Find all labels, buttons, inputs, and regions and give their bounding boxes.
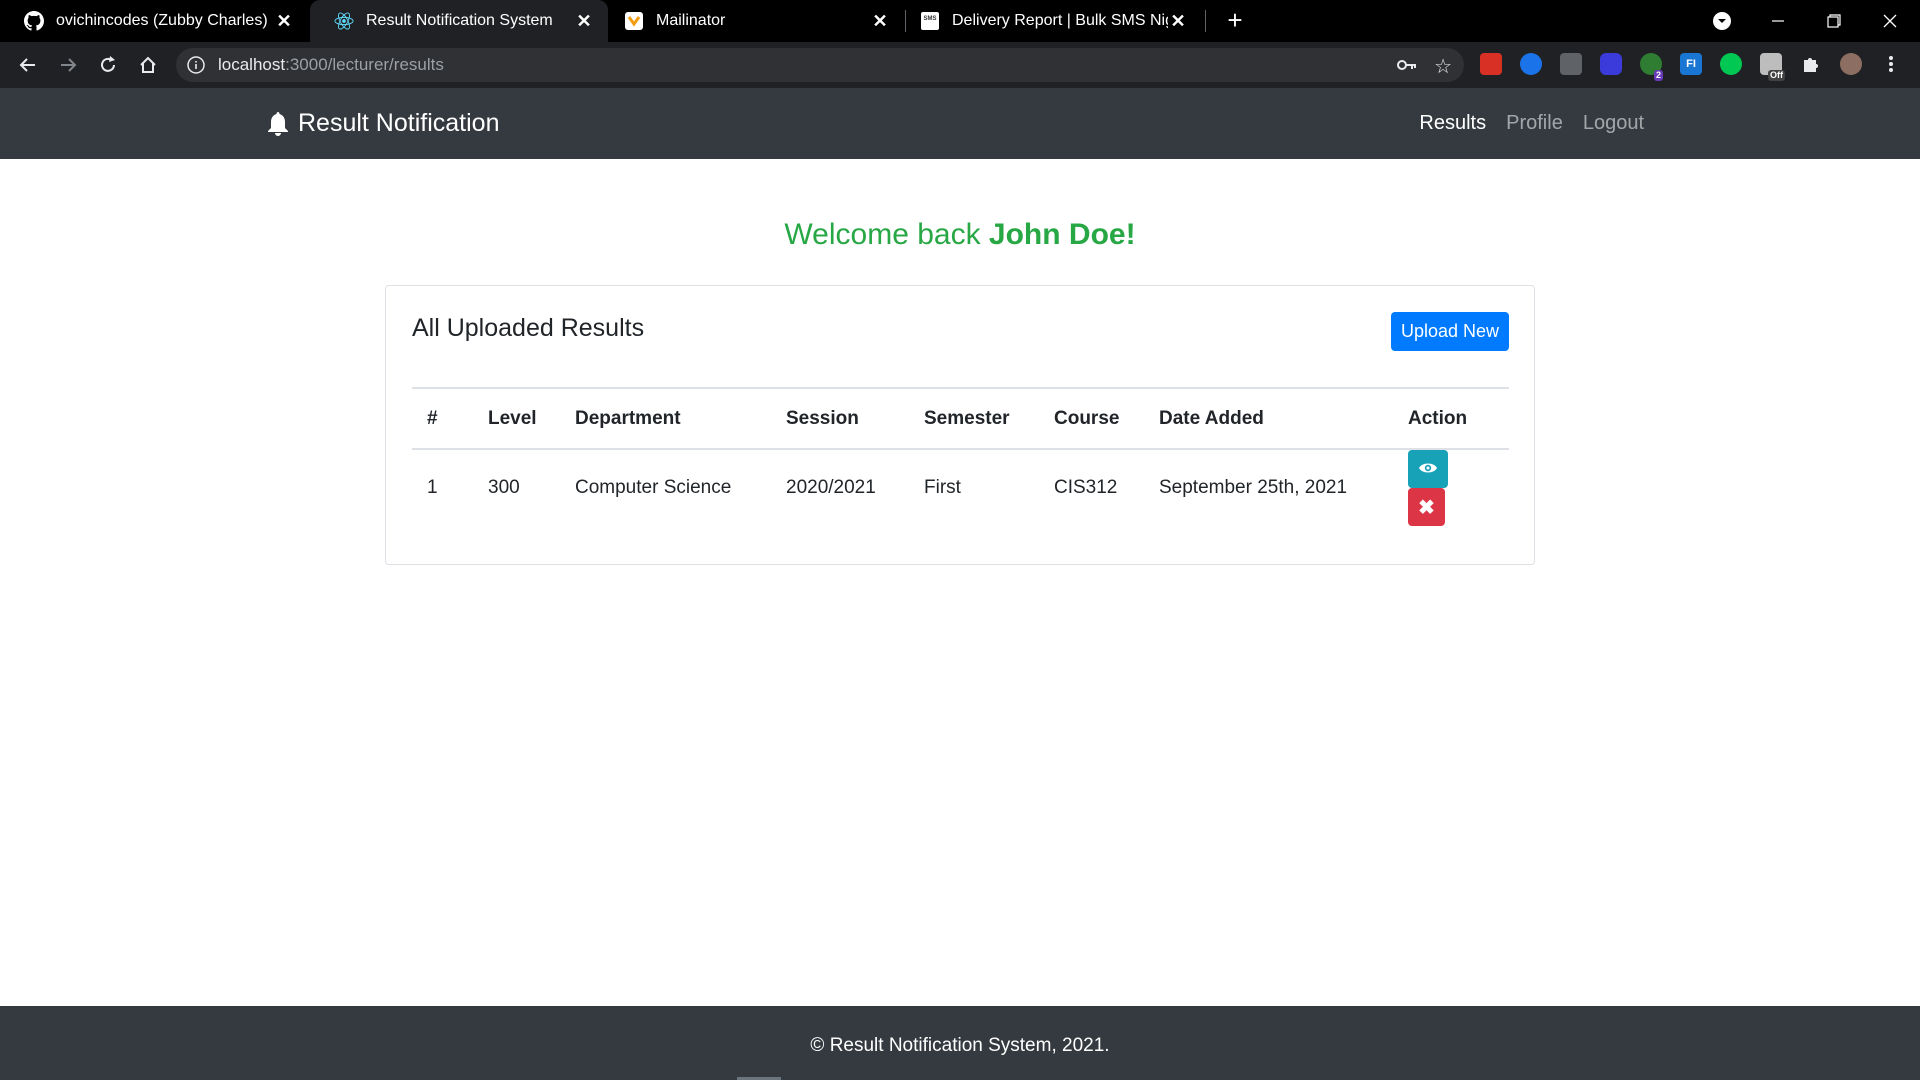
profile-dropdown-icon[interactable] <box>1694 0 1750 42</box>
sms-icon: SMS <box>920 11 940 31</box>
github-icon <box>24 11 44 31</box>
site-info-icon[interactable] <box>186 55 206 75</box>
results-card-title: All Uploaded Results <box>412 314 645 342</box>
upload-new-button[interactable]: Upload New <box>1391 312 1509 351</box>
brand-text: Result Notification <box>298 109 500 137</box>
browser-toolbar: localhost:3000/lecturer/results ☆ <box>0 42 1920 88</box>
cell-semester: First <box>924 477 961 498</box>
bookmark-star-icon[interactable]: ☆ <box>1434 54 1452 79</box>
column-header-session: Session <box>771 387 909 450</box>
column-header-semester: Semester <box>909 387 1039 450</box>
red-extension-icon[interactable] <box>1480 53 1502 75</box>
grey-extension-icon[interactable] <box>1560 53 1582 75</box>
extension-badge-off: Off <box>1768 70 1785 81</box>
tab-title: Result Notification System <box>366 12 553 29</box>
table-header-row: # Level Department Session Semester Cour… <box>412 387 1509 450</box>
tab-title: ovichincodes (Zubby Charles) <box>56 12 268 29</box>
close-window-icon[interactable] <box>1862 0 1918 42</box>
tab-mailinator[interactable]: Mailinator ✕ <box>600 0 904 42</box>
key-icon[interactable] <box>1396 56 1418 79</box>
column-header-action: Action <box>1393 387 1509 450</box>
cell-session: 2020/2021 <box>786 477 876 498</box>
url-host: localhost <box>218 55 286 74</box>
minimize-icon[interactable] <box>1750 0 1806 42</box>
tab-close-icon[interactable]: ✕ <box>1168 11 1188 31</box>
tab-close-icon[interactable]: ✕ <box>574 11 594 31</box>
column-header-date-added: Date Added <box>1144 387 1393 450</box>
address-bar[interactable]: localhost:3000/lecturer/results ☆ <box>176 48 1464 82</box>
results-table: # Level Department Session Semester Cour… <box>412 387 1509 526</box>
column-header-level: Level <box>473 387 560 450</box>
eye-icon <box>1418 461 1438 478</box>
puzzle-extensions-icon[interactable] <box>1800 53 1822 75</box>
blue-extension-icon[interactable] <box>1600 53 1622 75</box>
column-header-course: Course <box>1039 387 1144 450</box>
delete-result-button[interactable]: ✖ <box>1408 488 1445 526</box>
cell-number: 1 <box>427 477 438 498</box>
results-card: All Uploaded Results Upload New # Level … <box>385 285 1535 565</box>
cell-actions: ✖ <box>1393 449 1509 526</box>
navbar-links: Results Profile Logout <box>1399 88 1644 159</box>
tab-close-icon[interactable]: ✕ <box>274 11 294 31</box>
teal-extension-icon[interactable] <box>1720 53 1742 75</box>
column-header-number: # <box>412 387 473 450</box>
bell-icon <box>266 111 290 137</box>
tab-title: Delivery Report | Bulk SMS Nigeri <box>952 12 1168 29</box>
react-icon <box>334 11 354 31</box>
new-tab-button[interactable]: + <box>1222 7 1248 34</box>
home-icon[interactable] <box>134 51 162 79</box>
nav-link-logout[interactable]: Logout <box>1583 112 1644 135</box>
tab-close-icon[interactable]: ✕ <box>870 11 890 31</box>
column-header-department: Department <box>560 387 771 450</box>
app-navbar: Result Notification Results Profile Logo… <box>0 88 1920 159</box>
welcome-heading: Welcome back John Doe! <box>0 218 1920 252</box>
avatar[interactable] <box>1840 53 1862 75</box>
svg-text:SMS: SMS <box>923 16 936 22</box>
globe-extension-icon[interactable] <box>1520 53 1542 75</box>
cell-level: 300 <box>488 477 520 498</box>
welcome-user-name: John Doe! <box>988 218 1136 251</box>
fi-extension-icon[interactable]: FI <box>1680 53 1702 75</box>
tab-separator <box>1205 10 1206 32</box>
url-text[interactable]: localhost:3000/lecturer/results <box>218 48 444 82</box>
browser-tab-bar: ovichincodes (Zubby Charles) ✕ Result No… <box>0 0 1920 42</box>
cell-department: Computer Science <box>575 477 732 498</box>
footer: © Result Notification System, 2021. <box>0 1006 1920 1080</box>
forward-arrow-icon[interactable] <box>54 51 82 79</box>
close-icon: ✖ <box>1418 496 1435 519</box>
back-arrow-icon[interactable] <box>14 51 42 79</box>
mailinator-icon <box>624 11 644 31</box>
kebab-menu-icon[interactable] <box>1880 53 1902 75</box>
navbar-brand[interactable]: Result Notification <box>266 88 499 159</box>
tab-result-notification-system[interactable]: Result Notification System ✕ <box>310 0 608 42</box>
tab-github[interactable]: ovichincodes (Zubby Charles) ✕ <box>0 0 308 42</box>
table-row: 1 300 Computer Science 2020/2021 First C… <box>412 449 1509 526</box>
reload-icon[interactable] <box>94 51 122 79</box>
tab-delivery-report[interactable]: SMS Delivery Report | Bulk SMS Nigeri ✕ <box>896 0 1202 42</box>
extension-badge-count: 2 <box>1654 70 1664 81</box>
nav-link-results[interactable]: Results <box>1419 112 1486 135</box>
tab-title: Mailinator <box>656 12 726 29</box>
url-path: :3000/lecturer/results <box>285 55 444 74</box>
view-result-button[interactable] <box>1408 450 1448 488</box>
nav-link-profile[interactable]: Profile <box>1506 112 1563 135</box>
welcome-prefix: Welcome back <box>784 218 989 251</box>
cell-course: CIS312 <box>1054 477 1118 498</box>
cell-date-added: September 25th, 2021 <box>1159 477 1348 498</box>
footer-text: © Result Notification System, 2021. <box>810 1035 1110 1056</box>
restore-icon[interactable] <box>1806 0 1862 42</box>
